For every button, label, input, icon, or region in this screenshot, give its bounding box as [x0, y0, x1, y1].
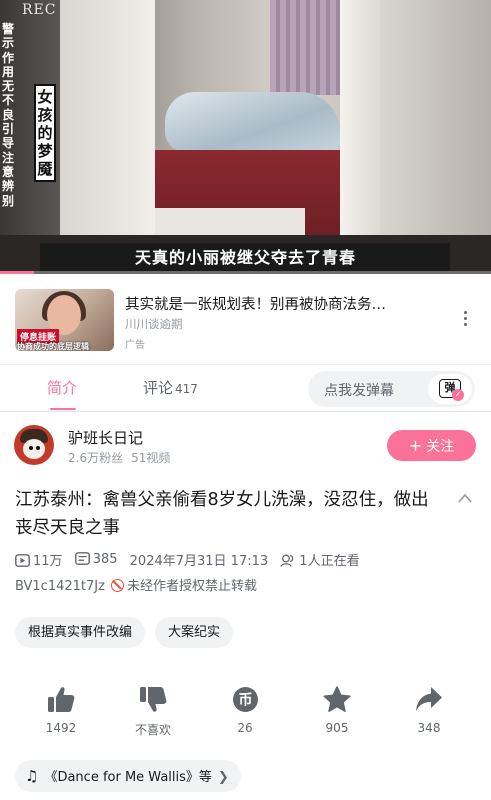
watching-now: 1人正在看 — [280, 550, 360, 569]
chevron-right-icon: ❯ — [217, 770, 229, 785]
video-title: 江苏泰州：禽兽父亲偷看8岁女儿洗澡，没忍住，做出丧尽天良之事 — [15, 490, 429, 538]
content-tabs: 简介 评论 417 点我发弹幕 弹 ✓ — [0, 364, 491, 412]
ad-thumbnail: 停息挂账 协商成功的底层逻辑 — [15, 289, 114, 351]
dislike-button[interactable]: 不喜欢 — [113, 686, 193, 738]
uploader-fans: 2.6万粉丝 — [68, 451, 124, 465]
ad-title: 其实就是一张规划表！别再被协商法务… — [125, 297, 386, 313]
music-chip[interactable]: ♫ 《Dance for Me Wallis》等 ❯ — [15, 760, 241, 792]
publish-time: 2024年7月31日 17:13 — [129, 554, 269, 569]
uploader-stats: 2.6万粉丝 51视频 — [68, 449, 170, 466]
video-frame-wall — [380, 0, 491, 250]
video-progress-fill — [0, 271, 35, 274]
tag-chip[interactable]: 根据真实事件改编 — [15, 617, 146, 648]
ad-thumbnail-caption: 协商成功的底层逻辑 — [17, 342, 89, 351]
like-button[interactable]: 1492 — [21, 686, 101, 735]
avatar[interactable] — [14, 425, 54, 465]
tag-list: 根据真实事件改编 大案纪实 — [15, 617, 243, 648]
video-player[interactable]: REC 警示作用无不良引导注意辨别 女孩的梦魇 天真的小丽被继父夺去了青春 — [0, 0, 491, 274]
coin-count: 26 — [237, 721, 253, 735]
music-suffix: 等 — [198, 770, 212, 785]
avatar-eye — [36, 446, 40, 450]
danmaku-count-icon — [74, 552, 90, 565]
ad-card[interactable]: 停息挂账 协商成功的底层逻辑 其实就是一张规划表！别再被协商法务… 川川谈逾期 … — [0, 280, 491, 362]
tab-intro[interactable]: 简介 — [47, 377, 77, 398]
video-meta: 11万 385 2024年7月31日 17:13 1人正在看 — [15, 550, 368, 569]
coin-icon: 币 — [232, 687, 258, 712]
video-frame-curtain — [270, 0, 340, 95]
video-frame-quilt — [165, 92, 340, 152]
star-icon — [323, 686, 351, 712]
dislike-label: 不喜欢 — [134, 723, 171, 737]
uploader-videos: 51视频 — [131, 451, 171, 465]
music-note-icon: ♫ — [25, 767, 39, 785]
music-title: 《Dance for Me Wallis》 — [44, 770, 199, 785]
follow-button[interactable]: + 关注 — [387, 430, 476, 461]
active-tab-indicator — [50, 408, 76, 410]
ad-source: 川川谈逾期 — [125, 317, 183, 331]
share-icon — [416, 687, 442, 711]
tag-chip[interactable]: 大案纪实 — [155, 617, 234, 648]
danmaku-placeholder: 点我发弹幕 — [324, 383, 394, 399]
tab-comments[interactable]: 评论 417 — [143, 377, 198, 398]
danmaku-toggle-button[interactable]: 弹 ✓ — [428, 374, 472, 404]
video-progress-bar[interactable] — [0, 271, 491, 274]
plus-icon: + — [408, 436, 423, 455]
rec-label: REC — [22, 2, 57, 18]
side-warning-text: 警示作用无不良引导注意辨别 — [2, 22, 15, 208]
like-count: 1492 — [45, 721, 77, 735]
watching-now-value: 1人正在看 — [299, 554, 360, 569]
thumbs-down-icon — [140, 687, 167, 712]
video-frame-door — [60, 0, 155, 250]
danmaku-check-icon: ✓ — [452, 389, 464, 401]
tab-comments-label: 评论 — [143, 379, 174, 397]
avatar-eye — [29, 446, 33, 450]
danmaku-input[interactable]: 点我发弹幕 弹 ✓ — [308, 371, 475, 407]
danmaku-count: 385 — [74, 552, 118, 567]
view-count: 11万 — [15, 550, 63, 569]
share-count: 348 — [417, 721, 441, 735]
chevron-up-icon[interactable] — [457, 492, 473, 504]
coin-button[interactable]: 币 26 — [205, 686, 285, 735]
video-frame-doorframe — [340, 0, 380, 250]
uploader-name[interactable]: 驴班长日记 — [68, 427, 143, 448]
people-icon — [280, 554, 294, 567]
share-button[interactable]: 348 — [389, 686, 469, 735]
favorite-count: 905 — [325, 721, 349, 735]
avatar-face — [23, 439, 45, 459]
follow-label: 关注 — [426, 439, 455, 455]
no-repost-icon — [110, 579, 124, 592]
danmaku-count-value: 385 — [92, 552, 118, 567]
play-count-icon — [15, 554, 30, 567]
coin-icon-char: 币 — [238, 693, 252, 709]
action-bar: 1492 不喜欢 币 26 905 348 — [0, 686, 491, 742]
ad-label: 广告 — [125, 340, 145, 351]
more-options-icon[interactable] — [455, 308, 475, 332]
uploader-row: 驴班长日记 2.6万粉丝 51视频 + 关注 — [0, 420, 491, 474]
repost-notice: 未经作者授权禁止转载 — [126, 579, 257, 594]
favorite-button[interactable]: 905 — [297, 686, 377, 735]
tab-comments-count: 417 — [175, 382, 198, 396]
video-subtitle: 天真的小丽被继父夺去了青春 — [134, 248, 356, 267]
video-title-overlay: 女孩的梦魇 — [34, 84, 56, 182]
bvid-row: BV1c1421t7Jz 未经作者授权禁止转载 — [15, 575, 257, 594]
thumbs-up-icon — [48, 687, 75, 712]
view-count-value: 11万 — [33, 554, 63, 569]
bvid[interactable]: BV1c1421t7Jz — [15, 579, 105, 594]
